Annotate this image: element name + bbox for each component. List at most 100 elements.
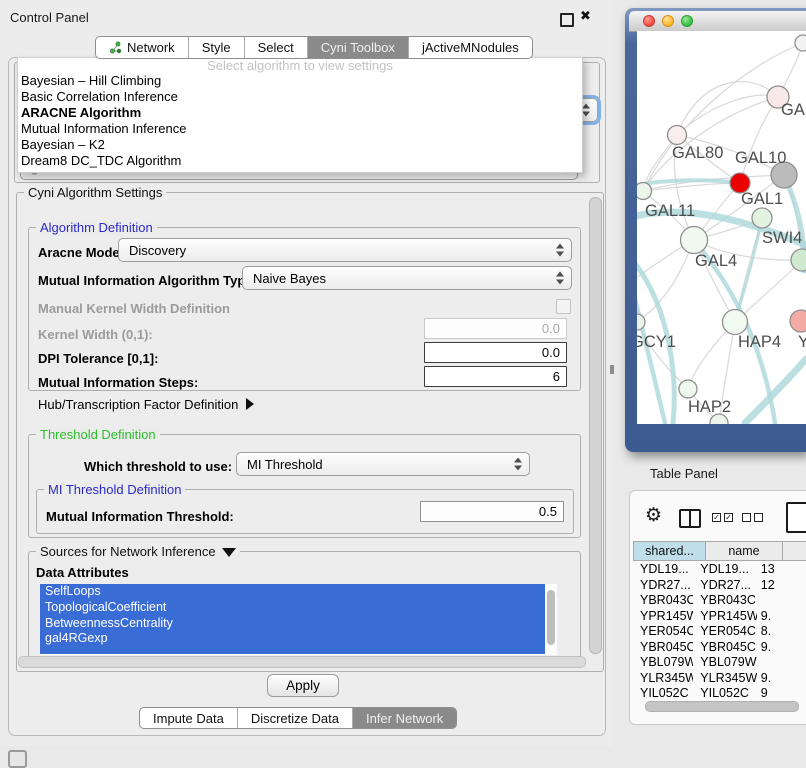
table-row[interactable]: YDL19... YDL19... 13 <box>633 562 806 578</box>
tab-cyni-toolbox[interactable]: Cyni Toolbox <box>307 37 408 58</box>
manual-kernel-checkbox[interactable] <box>556 299 571 314</box>
chevron-right-icon <box>246 398 254 410</box>
list-item-selected[interactable]: TopologicalCoefficient <box>40 600 545 616</box>
table-row[interactable]: YLR345W YLR345W 9. <box>633 671 806 687</box>
kernel-width-field[interactable] <box>424 318 567 339</box>
node-label: GAL11 <box>645 202 695 220</box>
node-label: GAL80 <box>672 144 723 162</box>
list-item-selected[interactable]: BetweennessCentrality <box>40 616 545 632</box>
tab-impute-data[interactable]: Impute Data <box>140 708 237 728</box>
tab-style-label: Style <box>202 40 231 55</box>
algorithm-placeholder: Select algorithm to view settings <box>18 58 582 73</box>
mi-steps-label: Mutual Information Steps: <box>38 375 198 390</box>
cell: YPR145W <box>693 609 757 625</box>
threshold-definition-title: Threshold Definition <box>36 427 160 442</box>
node-pink-right[interactable] <box>790 310 806 332</box>
node-swi4[interactable] <box>791 249 806 271</box>
cell: YBR043C <box>693 593 757 609</box>
tab-style[interactable]: Style <box>188 37 244 58</box>
algorithm-definition-title: Algorithm Definition <box>36 220 157 235</box>
tab-discretize-data[interactable]: Discretize Data <box>237 708 352 728</box>
data-attributes-list: SelfLoops TopologicalCoefficient Between… <box>40 584 557 655</box>
mi-steps-field[interactable] <box>424 366 567 387</box>
node-gal11[interactable] <box>637 183 652 200</box>
table-body: YDL19... YDL19... 13 YDR27... YDR27... 1… <box>633 562 806 698</box>
cell: 9 <box>757 686 806 698</box>
cell: YBR045C <box>693 640 757 656</box>
dropdown-option[interactable]: Dream8 DC_TDC Algorithm <box>18 153 582 169</box>
combo-stepper-icon <box>514 458 522 471</box>
mi-threshold-field[interactable] <box>420 501 564 522</box>
deselect-all-checkbox-icon[interactable] <box>754 513 763 522</box>
table-row[interactable]: YBR045C YBR045C 9. <box>633 640 806 656</box>
node-hap4[interactable] <box>723 310 748 335</box>
minimize-traffic-light[interactable] <box>662 15 674 27</box>
node-hap2[interactable] <box>679 380 697 398</box>
control-panel-tabbar: Network Style Select Cyni Toolbox jActiv… <box>95 36 533 59</box>
zoom-traffic-light[interactable] <box>681 15 693 27</box>
close-traffic-light[interactable] <box>643 15 655 27</box>
dropdown-option[interactable]: Mutual Information Inference <box>18 121 582 137</box>
close-icon[interactable]: ✖ <box>580 8 591 24</box>
settings-horizontal-scrollbar[interactable] <box>18 656 586 668</box>
network-window-titlebar[interactable] <box>629 11 806 32</box>
manual-kernel-label: Manual Kernel Width Definition <box>38 301 230 316</box>
split-columns-icon[interactable] <box>679 509 701 528</box>
select-all-checkbox-icon[interactable]: ✓ <box>712 513 721 522</box>
list-item-selected[interactable]: SelfLoops <box>40 584 545 600</box>
tab-network[interactable]: Network <box>96 37 188 58</box>
column-header-clipped[interactable] <box>783 541 806 561</box>
tab-select[interactable]: Select <box>244 37 307 58</box>
table-function-icon[interactable] <box>786 502 806 533</box>
cell: YLR345W <box>693 671 757 687</box>
hub-section-toggle[interactable]: Hub/Transcription Factor Definition <box>38 397 254 412</box>
aracne-mode-combo[interactable]: Discovery <box>118 238 572 262</box>
node-gal4[interactable] <box>681 227 708 254</box>
minimized-panel-icon[interactable] <box>8 750 27 768</box>
chevron-down-icon <box>222 548 236 557</box>
list-vertical-scrollbar[interactable] <box>547 590 555 645</box>
node-edge-clipped[interactable] <box>795 35 806 51</box>
dropdown-option-highlighted[interactable]: ARACNE Algorithm <box>18 105 582 121</box>
list-item-selected[interactable]: gal4RGexp <box>40 631 545 647</box>
gear-icon[interactable]: ⚙ <box>645 504 662 527</box>
tab-select-label: Select <box>258 40 294 55</box>
combo-stepper-icon <box>556 272 564 285</box>
panel-splitter-handle[interactable] <box>610 365 614 374</box>
node-gal1[interactable] <box>752 208 772 228</box>
kernel-width-label: Kernel Width (0,1): <box>38 327 153 342</box>
cell: YIL052C <box>693 686 757 698</box>
table-row-clipped[interactable]: YIL052C YIL052C 9 <box>633 686 806 698</box>
table-row[interactable]: YBL079W YBL079W <box>633 655 806 671</box>
tab-network-label: Network <box>127 40 175 55</box>
dropdown-option[interactable]: Bayesian – Hill Climbing <box>18 73 582 89</box>
network-canvas[interactable]: GAL GAL80 GAL10 GAL11 GAL1 SWI4 GAL4 GCY… <box>637 31 806 424</box>
table-horizontal-scrollbar[interactable] <box>645 701 799 712</box>
deselect-all-checkbox-icon[interactable] <box>742 513 751 522</box>
node-labels: GAL GAL80 GAL10 GAL11 GAL1 SWI4 GAL4 GCY… <box>637 101 806 416</box>
tab-infer-network[interactable]: Infer Network <box>352 708 456 728</box>
node-label: GAL1 <box>741 190 783 208</box>
apply-button[interactable]: Apply <box>267 674 339 697</box>
table-row[interactable]: YDR27... YDR27... 12 <box>633 578 806 594</box>
which-threshold-label: Which threshold to use: <box>84 459 232 474</box>
dropdown-option[interactable]: Basic Correlation Inference <box>18 89 582 105</box>
dpi-tolerance-field[interactable] <box>424 342 567 363</box>
dropdown-option[interactable]: Bayesian – K2 <box>18 137 582 153</box>
mi-type-combo[interactable]: Naive Bayes <box>242 266 572 290</box>
table-row[interactable]: YER054C YER054C 8. <box>633 624 806 640</box>
table-row[interactable]: YBR043C YBR043C <box>633 593 806 609</box>
sources-group-label: Sources for Network Inference <box>40 544 216 559</box>
tab-jactivemnodules[interactable]: jActiveMNodules <box>408 37 532 58</box>
column-header-shared[interactable]: shared... <box>633 541 706 561</box>
cell: 13 <box>757 562 806 578</box>
which-threshold-combo[interactable]: MI Threshold <box>236 452 530 476</box>
list-item-clipped[interactable] <box>40 647 545 654</box>
select-all-checkbox-icon[interactable]: ✓ <box>724 513 733 522</box>
float-window-icon[interactable] <box>560 13 574 27</box>
sources-group-title[interactable]: Sources for Network Inference <box>36 544 240 559</box>
settings-vertical-scrollbar[interactable] <box>589 197 602 654</box>
node-gal80[interactable] <box>668 126 687 145</box>
column-header-name[interactable]: name <box>706 541 783 561</box>
table-row[interactable]: YPR145W YPR145W 9. <box>633 609 806 625</box>
